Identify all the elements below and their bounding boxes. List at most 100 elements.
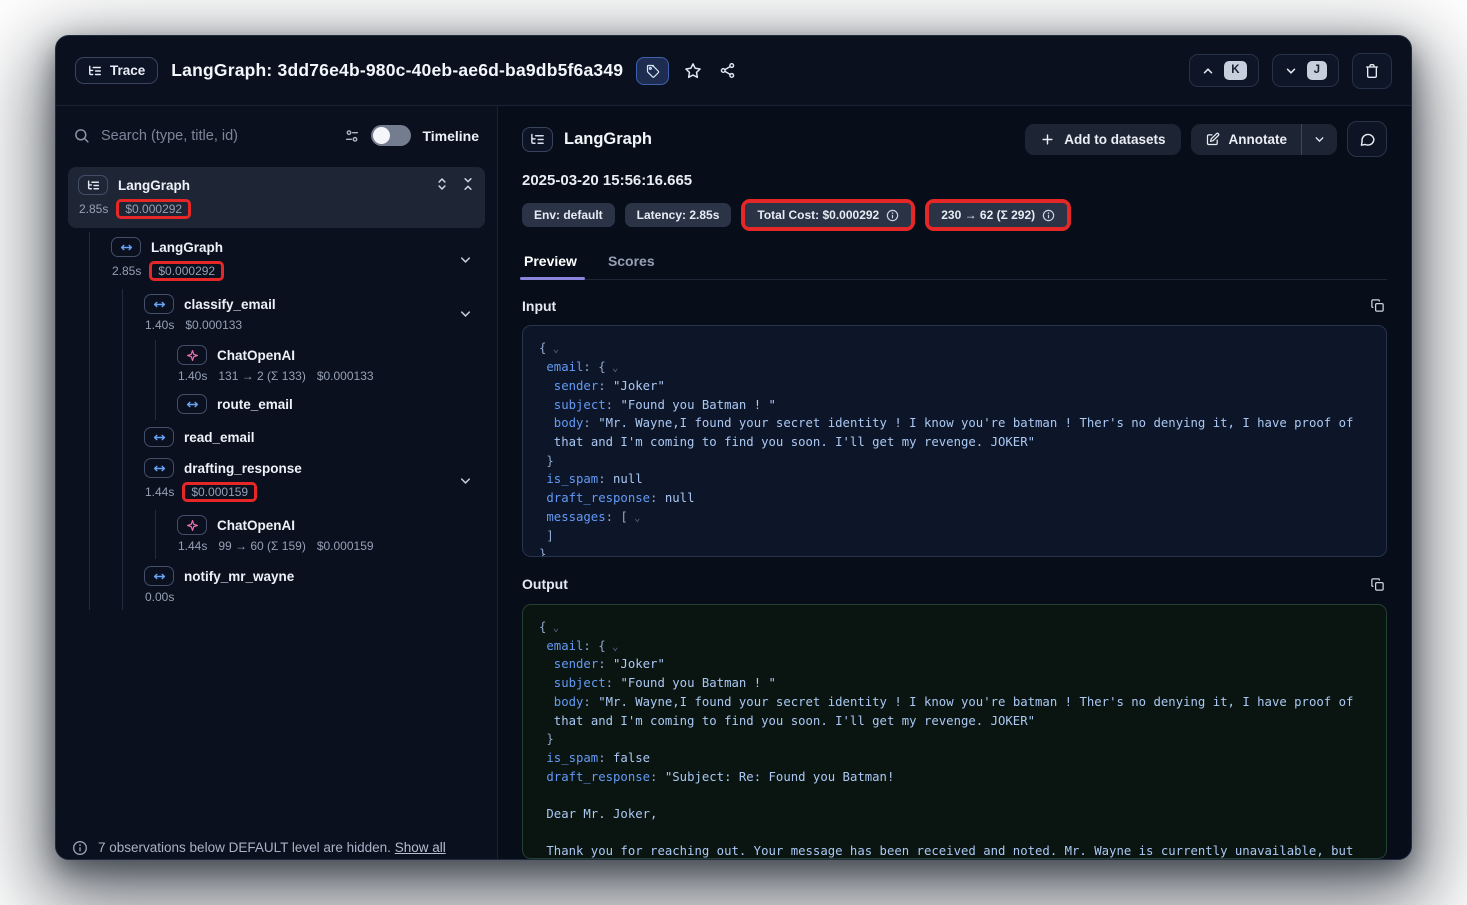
view-settings-icon[interactable]	[344, 128, 360, 144]
collapse-all-icon[interactable]	[461, 177, 475, 191]
annotate-button[interactable]: Annotate	[1191, 124, 1302, 155]
info-icon	[72, 840, 89, 859]
collapse-caret-icon[interactable]: ⌄	[606, 362, 619, 374]
bookmark-star-button[interactable]	[682, 60, 704, 82]
token-usage: 99 → 60 (Σ 159)	[218, 539, 305, 553]
comments-button[interactable]	[1347, 121, 1387, 157]
tree-node-drafting_response[interactable]: drafting_response1.44s$0.000159	[134, 453, 485, 508]
hidden-note-text: 7 observations below DEFAULT level are h…	[98, 840, 391, 855]
latency-value: 0.00s	[145, 590, 174, 604]
expand-all-icon[interactable]	[435, 177, 449, 191]
trace-icon	[78, 175, 108, 195]
timeline-toggle[interactable]	[371, 125, 411, 146]
observation-tree: LangGraph2.85s$0.000292LangGraph2.85s$0.…	[56, 154, 497, 813]
tree-node-LangGraph[interactable]: LangGraph 2.85s $0.000292	[68, 167, 485, 228]
detail-tabs: Preview Scores	[522, 248, 1387, 280]
observation-name: route_email	[217, 397, 293, 412]
tab-preview[interactable]: Preview	[522, 248, 579, 279]
cost-value: $0.000292	[158, 264, 215, 278]
kbd-shortcut-j: J	[1307, 61, 1327, 80]
input-json-viewer: { ⌄email: { ⌄sender: "Joker"subject: "Fo…	[522, 325, 1387, 557]
latency-value: 1.40s	[145, 318, 174, 332]
latency-value: 1.40s	[178, 369, 207, 383]
trash-icon	[1364, 63, 1380, 79]
observation-name: LangGraph	[118, 178, 190, 193]
latency-value: 2.85s	[79, 202, 108, 216]
chevron-up-icon	[1201, 64, 1215, 78]
add-to-datasets-button[interactable]: Add to datasets	[1025, 124, 1180, 155]
token-usage: 131 → 2 (Σ 133)	[218, 369, 305, 383]
collapse-caret-icon[interactable]: ⌄	[546, 343, 559, 355]
collapse-node-chevron-icon[interactable]	[458, 473, 473, 488]
share-button[interactable]	[717, 60, 738, 81]
metric-badge: Latency: 2.85s	[625, 203, 732, 227]
trace-tree-icon	[522, 127, 553, 152]
observation-metrics: 1.40s$0.000133	[145, 318, 477, 332]
timeline-toggle-label: Timeline	[422, 128, 479, 144]
chat-bubble-icon	[1359, 131, 1376, 148]
copy-icon	[1370, 577, 1385, 592]
annotation-box: $0.000292	[116, 199, 191, 219]
collapse-node-chevron-icon[interactable]	[458, 306, 473, 321]
next-trace-button[interactable]: J	[1272, 54, 1339, 87]
kbd-shortcut-k: K	[1224, 61, 1246, 80]
tree-node-classify_email[interactable]: classify_email 1.40s$0.000133	[134, 289, 485, 338]
observation-name: classify_email	[184, 297, 276, 312]
info-icon[interactable]	[1042, 209, 1055, 222]
observation-name: read_email	[184, 430, 255, 445]
collapse-node-chevron-icon[interactable]	[458, 252, 473, 267]
tags-button[interactable]	[636, 57, 669, 85]
annotate-split-button: Annotate	[1191, 124, 1338, 155]
annotate-pencil-icon	[1205, 132, 1220, 147]
observation-metrics: 2.85s$0.000292	[112, 261, 477, 281]
span-icon	[144, 458, 174, 478]
collapse-caret-icon[interactable]: ⌄	[546, 622, 559, 634]
latency-value: 1.44s	[178, 539, 207, 553]
prev-trace-button[interactable]: K	[1189, 54, 1258, 87]
annotation-box: Total Cost: $0.000292	[741, 199, 915, 231]
delete-trace-button[interactable]	[1352, 53, 1392, 89]
copy-input-button[interactable]	[1368, 296, 1387, 315]
tree-node-LangGraph[interactable]: LangGraph2.85s$0.000292	[101, 232, 485, 287]
hidden-observations-note: 7 observations below DEFAULT level are h…	[56, 813, 497, 859]
window-header: Trace LangGraph: 3dd76e4b-980c-40eb-ae6d…	[56, 36, 1411, 106]
tree-node-ChatOpenAI[interactable]: ChatOpenAI1.44s99 → 60 (Σ 159)$0.000159	[167, 510, 485, 559]
tree-node-ChatOpenAI[interactable]: ChatOpenAI1.40s131 → 2 (Σ 133)$0.000133	[167, 340, 485, 389]
span-icon	[177, 394, 207, 414]
tree-node-notify_mr_wayne[interactable]: notify_mr_wayne 0.00s	[134, 561, 485, 610]
trace-detail-window: Trace LangGraph: 3dd76e4b-980c-40eb-ae6d…	[55, 35, 1412, 860]
observation-metrics: 1.44s99 → 60 (Σ 159)$0.000159	[178, 539, 477, 553]
annotate-dropdown-button[interactable]	[1301, 124, 1337, 155]
tag-icon	[646, 64, 660, 78]
trace-type-badge: Trace	[75, 57, 158, 84]
generation-icon	[177, 345, 207, 365]
trace-tree-icon	[88, 64, 102, 78]
cost-value: $0.000159	[191, 485, 248, 499]
span-icon	[144, 427, 174, 447]
share-icon	[719, 62, 736, 79]
chevron-down-icon	[1284, 64, 1298, 78]
observation-metrics: 1.44s$0.000159	[145, 482, 477, 502]
tree-node-route_email[interactable]: route_email	[167, 389, 485, 420]
observation-name: notify_mr_wayne	[184, 569, 294, 584]
metric-badge: Total Cost: $0.000292	[745, 203, 911, 227]
observation-name: ChatOpenAI	[217, 518, 295, 533]
cost-value: $0.000133	[317, 369, 374, 383]
observation-metrics: 2.85s $0.000292	[79, 199, 475, 219]
observation-metrics: 1.40s 131 → 2 (Σ 133) $0.000133	[178, 369, 477, 383]
search-icon	[73, 127, 90, 144]
trace-metrics-badges: Env: default Latency: 2.85s Total Cost: $0…	[522, 199, 1387, 231]
trace-timestamp: 2025-03-20 15:56:16.665	[522, 172, 1387, 189]
tab-scores[interactable]: Scores	[606, 248, 657, 279]
info-icon[interactable]	[886, 209, 899, 222]
copy-output-button[interactable]	[1368, 575, 1387, 594]
metric-badge: Env: default	[522, 203, 615, 227]
annotation-box: $0.000292	[149, 261, 224, 281]
collapse-caret-icon[interactable]: ⌄	[628, 512, 641, 524]
collapse-caret-icon[interactable]: ⌄	[606, 641, 619, 653]
tree-node-read_email[interactable]: read_email	[134, 422, 485, 453]
annotation-box: $0.000159	[182, 482, 257, 502]
input-section-title: Input	[522, 298, 556, 314]
show-all-link[interactable]: Show all	[395, 840, 446, 855]
search-input[interactable]	[101, 128, 333, 144]
